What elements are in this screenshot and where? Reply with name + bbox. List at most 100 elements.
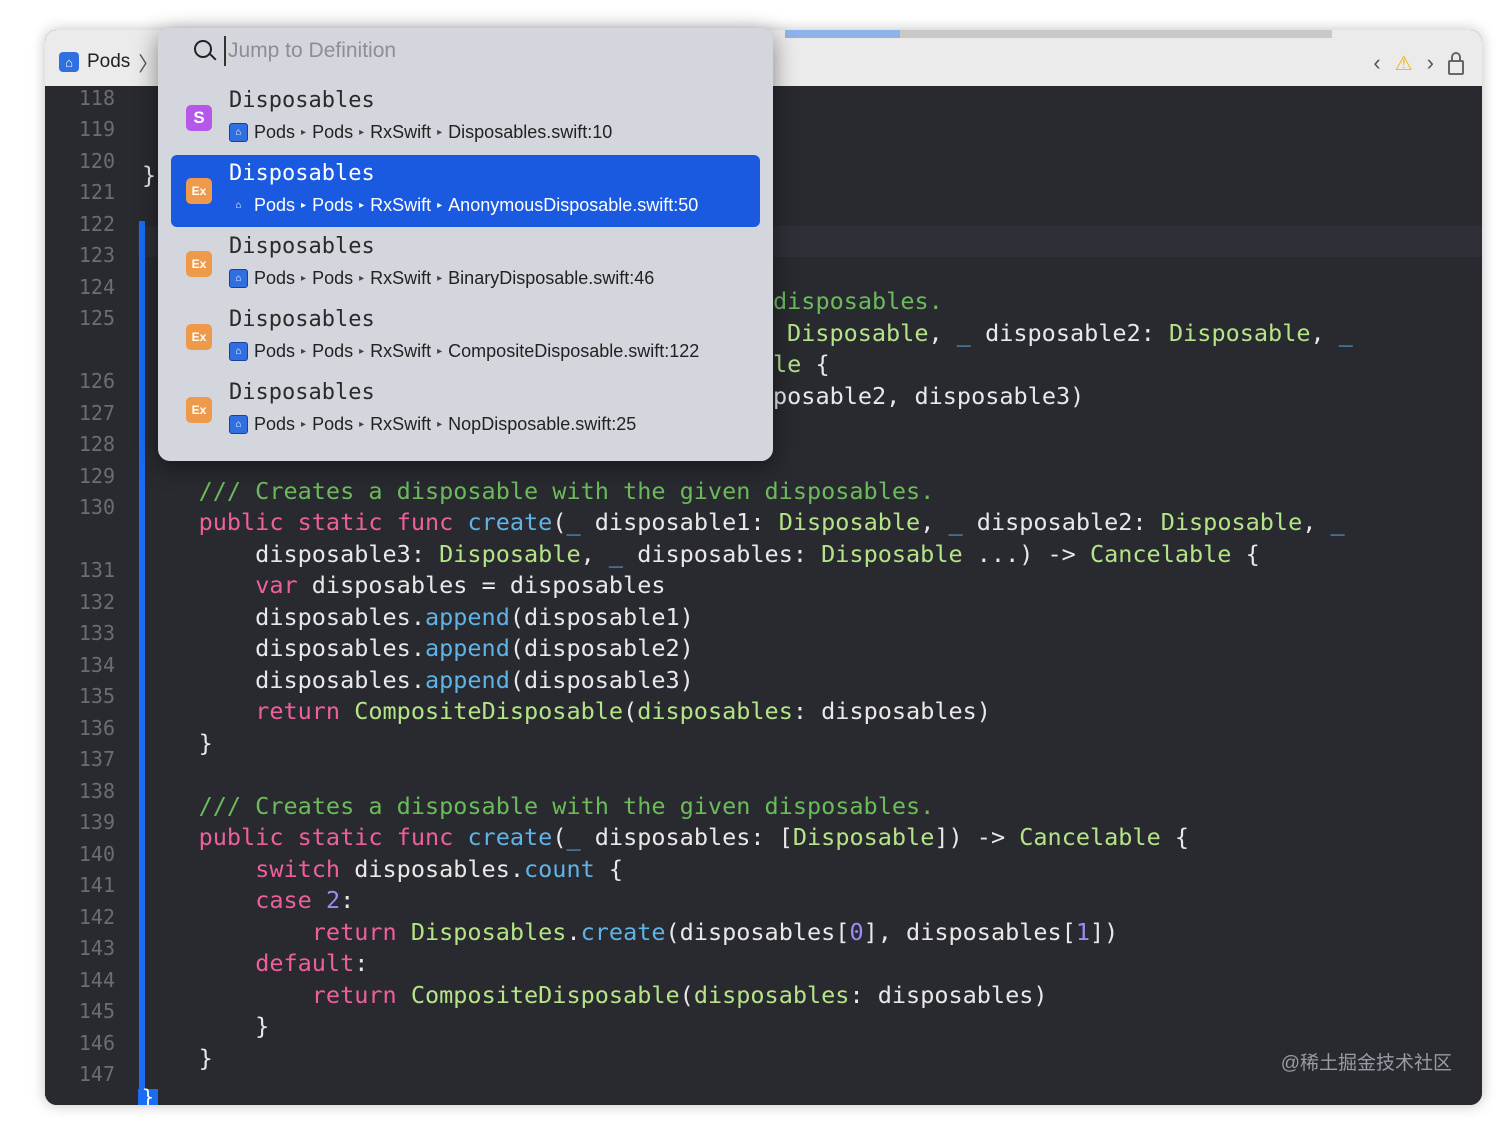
result-name: Disposables	[229, 307, 375, 332]
line-number: 145	[78, 999, 115, 1023]
code-line-133: disposables.append(disposable2)	[142, 634, 694, 662]
path-segment: Pods	[312, 341, 354, 361]
project-icon: ⌂	[59, 52, 79, 72]
activity-progress-bar	[785, 30, 1332, 38]
result-item[interactable]: Ex Disposables ⌂ Pods ▸ Pods ▸ RxSwift ▸ BinaryDi…	[171, 228, 760, 300]
line-number: 134	[78, 653, 115, 677]
struct-icon: S	[186, 105, 212, 131]
project-icon: ⌂	[229, 269, 248, 288]
path-segment: BinaryDisposable.swift:46	[448, 268, 655, 288]
line-number: 135	[78, 684, 115, 708]
path-separator-icon: ▸	[437, 273, 443, 284]
path-segment: RxSwift	[370, 268, 432, 288]
project-icon: ⌂	[229, 123, 248, 142]
code-line-130: public static func create(_ disposable1:…	[198, 508, 1345, 536]
path-separator-icon: ▸	[359, 273, 365, 284]
project-icon: ⌂	[229, 415, 248, 434]
line-number: 123	[78, 243, 115, 267]
code-line-138: /// Creates a disposable with the given …	[198, 792, 935, 820]
result-name: Disposables	[229, 380, 375, 405]
path-segment: Pods	[312, 414, 354, 434]
code-line-130-wrap: disposable3: Disposable, _ disposables: …	[142, 540, 1260, 568]
path-segment: Pods	[254, 414, 296, 434]
code-line-146: }	[142, 1044, 213, 1072]
jump-to-definition-popup[interactable]: S Disposables ⌂ Pods ▸ Pods ▸ RxSwift ▸ Disposabl…	[158, 28, 773, 461]
code-line-140: switch disposables.count {	[255, 855, 624, 883]
line-number: 139	[78, 810, 115, 834]
result-name: Disposables	[229, 161, 375, 186]
line-number: 128	[78, 432, 115, 456]
code-line-141: case 2:	[255, 886, 355, 914]
code-line-145: }	[142, 1012, 270, 1040]
line-number: 138	[78, 779, 115, 803]
search-input[interactable]	[224, 36, 730, 66]
result-path: ⌂ Pods ▸ Pods ▸ RxSwift ▸ Disposables.swift:10	[229, 122, 612, 143]
result-item[interactable]: Ex Disposables ⌂ Pods ▸ Pods ▸ RxSwift ▸ Composit…	[171, 301, 760, 373]
line-number: 130	[78, 495, 115, 519]
path-segment: RxSwift	[370, 122, 432, 142]
path-segment: RxSwift	[370, 195, 432, 215]
line-number: 137	[78, 747, 115, 771]
path-separator-icon: ▸	[437, 200, 443, 211]
line-number: 131	[78, 558, 115, 582]
result-item[interactable]: Ex Disposables ⌂ Pods ▸ Pods ▸ RxSwift ▸ Anonymou…	[171, 155, 760, 227]
breadcrumb-item-pods[interactable]: Pods	[87, 51, 130, 73]
path-separator-icon: ▸	[359, 200, 365, 211]
path-segment: AnonymousDisposable.swift:50	[448, 195, 699, 215]
code-line-144: return CompositeDisposable(disposables: …	[311, 981, 1048, 1009]
warning-icon[interactable]: ⚠	[1395, 51, 1413, 76]
forward-button[interactable]: ›	[1427, 50, 1434, 76]
path-separator-icon: ▸	[301, 273, 307, 284]
path-segment: Pods	[312, 195, 354, 215]
code-line-134: disposables.append(disposable3)	[142, 666, 694, 694]
watermark: @稀土掘金技术社区	[1280, 1053, 1452, 1074]
popup-search-bar	[158, 28, 773, 74]
line-number: 125	[78, 306, 115, 330]
path-segment: CompositeDisposable.swift:122	[448, 341, 700, 361]
back-button[interactable]: ‹	[1373, 50, 1380, 76]
line-number: 140	[78, 842, 115, 866]
path-segment: Pods	[254, 122, 296, 142]
result-item[interactable]: S Disposables ⌂ Pods ▸ Pods ▸ RxSwift ▸ Disposabl…	[171, 82, 760, 154]
result-item[interactable]: Ex Disposables ⌂ Pods ▸ Pods ▸ RxSwift ▸ NopDispo…	[171, 374, 760, 446]
result-path: ⌂ Pods ▸ Pods ▸ RxSwift ▸ BinaryDisposable.swif…	[229, 268, 654, 289]
code-line-125-wrap: le {	[773, 350, 830, 378]
path-segment: Pods	[312, 268, 354, 288]
line-number: 141	[78, 873, 115, 897]
line-number: 146	[78, 1031, 115, 1055]
code-line-139: public static func create(_ disposables:…	[198, 823, 1190, 851]
path-separator-icon: ▸	[301, 200, 307, 211]
path-segment: Pods	[254, 195, 296, 215]
path-separator-icon: ▸	[359, 419, 365, 430]
path-separator-icon: ▸	[437, 419, 443, 430]
line-number: 133	[78, 621, 115, 645]
project-icon: ⌂	[229, 342, 248, 361]
lock-icon[interactable]	[1448, 51, 1464, 75]
path-separator-icon: ▸	[359, 346, 365, 357]
path-segment: Pods	[254, 268, 296, 288]
line-number: 136	[78, 716, 115, 740]
result-path: ⌂ Pods ▸ Pods ▸ RxSwift ▸ NopDisposable.swift:2…	[229, 414, 636, 435]
code-line-124: disposables.	[773, 287, 943, 315]
line-number: 120	[78, 149, 115, 173]
path-segment: RxSwift	[370, 414, 432, 434]
code-line-120: }	[142, 161, 157, 189]
breadcrumb[interactable]: ⌂ Pods 〉	[59, 50, 158, 76]
search-icon	[194, 40, 212, 58]
line-number: 132	[78, 590, 115, 614]
path-segment: NopDisposable.swift:25	[448, 414, 637, 434]
line-number: 143	[78, 936, 115, 960]
result-name: Disposables	[229, 234, 375, 259]
extension-icon: Ex	[186, 324, 212, 350]
path-separator-icon: ▸	[437, 127, 443, 138]
line-number: 142	[78, 905, 115, 929]
path-separator-icon: ▸	[437, 346, 443, 357]
extension-icon: Ex	[186, 397, 212, 423]
path-separator-icon: ▸	[301, 419, 307, 430]
line-number: 124	[78, 275, 115, 299]
path-segment: RxSwift	[370, 341, 432, 361]
code-line-132: disposables.append(disposable1)	[142, 603, 694, 631]
result-path: ⌂ Pods ▸ Pods ▸ RxSwift ▸ AnonymousDisposable.s…	[229, 195, 698, 216]
code-line-126: posable2, disposable3)	[773, 382, 1085, 410]
path-separator-icon: ▸	[359, 127, 365, 138]
